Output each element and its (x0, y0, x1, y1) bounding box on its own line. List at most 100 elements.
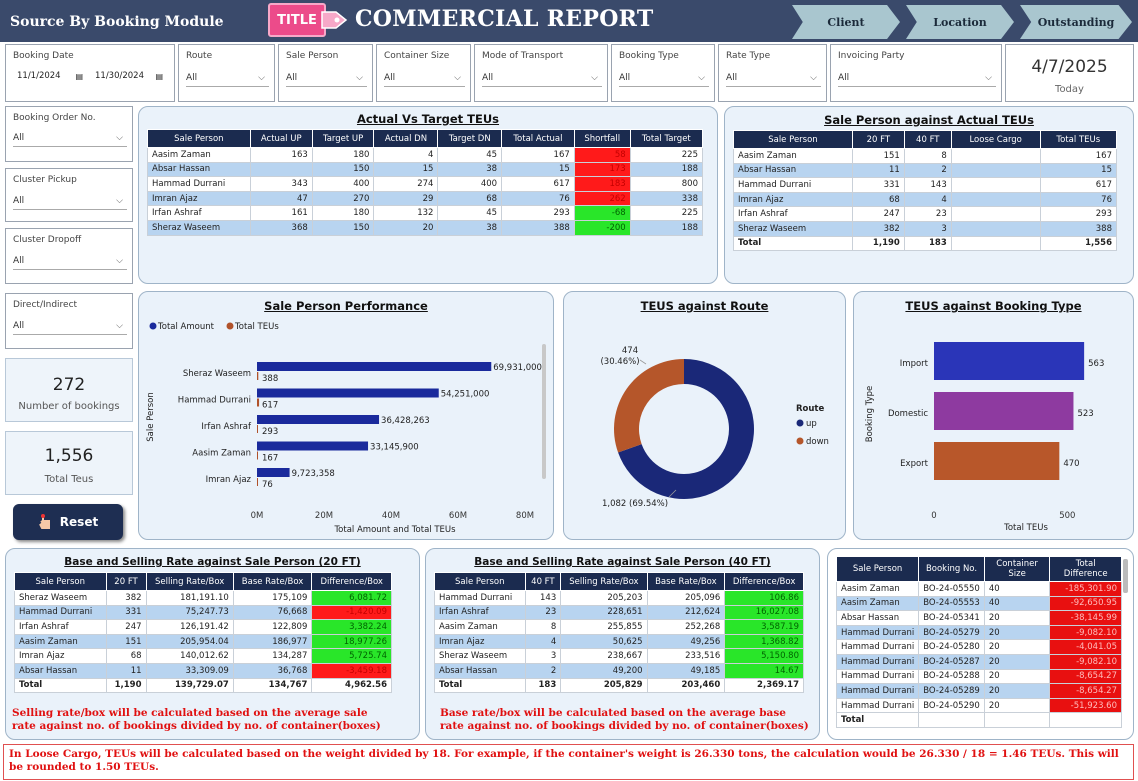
table-row[interactable]: Hammad Durrani BO-24-05288 20 -8,654.27 (836, 668, 1122, 685)
table-row[interactable]: Hammad Durrani BO-24-05289 20 -8,654.27 (836, 683, 1122, 699)
difference-scroll-area[interactable]: Sale Person Booking No. Container Size Tota… (836, 556, 1122, 734)
table-cell: Aasim Zaman (733, 148, 853, 164)
column-header[interactable]: Sale Person (434, 572, 526, 591)
table-cell: 338 (629, 190, 704, 207)
column-header[interactable]: Base Rate/Box (646, 572, 726, 591)
table-row[interactable]: Imran Ajaz 68 4 76 (733, 191, 1118, 208)
table-row[interactable]: Aasim Zaman 8 255,855 252,268 3,587.19 (434, 619, 804, 635)
booking-type-bar[interactable] (934, 442, 1060, 480)
teus-bar[interactable] (257, 451, 258, 460)
column-header[interactable]: Total TEUs (1039, 130, 1118, 149)
container-size-dropdown[interactable]: All ⌵ (384, 69, 465, 87)
table-row[interactable]: Imran Ajaz 68 140,012.62 134,287 5,725.74 (14, 648, 392, 664)
donut-slice-down[interactable] (614, 359, 684, 453)
table-row[interactable]: Sheraz Waseem 368 150 20 38 388 -200 188 (147, 219, 704, 236)
column-header[interactable]: 20 FT (105, 572, 147, 591)
table-row[interactable]: Absar Hassan 2 49,200 49,185 14.67 (434, 662, 804, 679)
amount-bar[interactable] (257, 415, 380, 424)
nav-location-button[interactable]: Location (906, 5, 1014, 39)
chart-scrollbar[interactable] (542, 344, 546, 479)
column-header[interactable]: Selling Rate/Box (560, 572, 648, 591)
difference-scrollbar[interactable] (1123, 559, 1128, 593)
column-header[interactable]: Sale Person (836, 556, 920, 582)
table-cell: 205,954.04 (145, 633, 234, 650)
booking-type-dropdown[interactable]: All ⌵ (619, 69, 709, 87)
table-row[interactable]: Absar Hassan BO-24-05341 20 -38,145.99 (836, 610, 1122, 626)
rate-type-dropdown[interactable]: All ⌵ (726, 69, 821, 87)
table-row[interactable]: Aasim Zaman BO-24-05550 40 -185,301.90 (836, 581, 1122, 597)
date-to-input[interactable]: 11/30/2024 ▤ (92, 68, 166, 84)
table-row[interactable]: Absar Hassan 11 2 15 (733, 162, 1118, 179)
column-header[interactable]: Target UP (311, 129, 375, 148)
chevron-down-icon: ⌵ (258, 72, 265, 83)
column-header[interactable]: Sale Person (147, 129, 251, 148)
column-header[interactable]: Base Rate/Box (232, 572, 313, 591)
table-row[interactable]: Hammad Durrani 343 400 274 400 617 183 800 (147, 176, 704, 192)
table-row[interactable]: Aasim Zaman BO-24-05553 40 -92,650.95 (836, 595, 1122, 612)
column-header[interactable]: 40 FT (524, 572, 562, 591)
category-label: Imran Ajaz (206, 475, 252, 485)
booking-type-bar[interactable] (934, 392, 1074, 430)
column-header[interactable]: Sale Person (733, 130, 853, 149)
table-row[interactable]: Irfan Ashraf 247 23 293 (733, 206, 1118, 222)
table-row[interactable]: Hammad Durrani BO-24-05290 20 -51,923.60 (836, 697, 1122, 714)
table-row[interactable]: Absar Hassan 11 33,309.09 36,768 -3,459.18 (14, 662, 392, 679)
table-row[interactable]: Hammad Durrani BO-24-05279 20 -9,082.10 (836, 624, 1122, 641)
column-header[interactable]: Total Target (629, 129, 704, 148)
table-row[interactable]: Sheraz Waseem 382 3 388 (733, 220, 1118, 237)
date-from-input[interactable]: 11/1/2024 ▤ (14, 68, 86, 84)
transport-dropdown[interactable]: All ⌵ (482, 69, 602, 87)
invoicing-party-dropdown[interactable]: All ⌵ (838, 69, 996, 87)
table-row[interactable]: Irfan Ashraf 23 228,651 212,624 16,027.08 (434, 604, 804, 621)
column-header[interactable]: Shortfall (573, 129, 631, 148)
table-row[interactable]: Sheraz Waseem 382 181,191.10 175,109 6,081.7… (14, 590, 392, 606)
teus-bar[interactable] (257, 478, 258, 486)
column-header[interactable]: Total Actual (501, 129, 575, 148)
total-cell (1049, 712, 1122, 728)
column-header[interactable]: Difference/Box (724, 572, 804, 591)
route-dropdown[interactable]: All ⌵ (186, 69, 269, 87)
column-header[interactable]: Booking No. (918, 556, 985, 582)
teus-bar[interactable] (257, 398, 260, 407)
column-header[interactable]: 20 FT (851, 130, 905, 149)
column-header[interactable]: Difference/Box (311, 572, 392, 591)
cluster-dropoff-dropdown[interactable]: All ⌵ (13, 252, 127, 270)
reset-button[interactable]: Reset (13, 504, 123, 540)
booking-type-bar[interactable] (934, 342, 1085, 380)
table-row[interactable]: Aasim Zaman 151 8 167 (733, 148, 1118, 164)
amount-bar[interactable] (257, 362, 492, 371)
column-header[interactable]: Loose Cargo (950, 130, 1041, 149)
table-row[interactable]: Sheraz Waseem 3 238,667 233,516 5,150.80 (434, 648, 804, 664)
table-row[interactable]: Aasim Zaman 151 205,954.04 186,977 18,977.26 (14, 633, 392, 650)
column-header[interactable]: 40 FT (903, 130, 952, 149)
table-row[interactable]: Irfan Ashraf 161 180 132 45 293 -68 225 (147, 205, 704, 221)
column-header[interactable]: Actual DN (373, 129, 439, 148)
column-header[interactable]: Actual UP (249, 129, 313, 148)
column-header[interactable]: Selling Rate/Box (145, 572, 234, 591)
teus-bar[interactable] (257, 425, 258, 433)
column-header[interactable]: Total Difference (1049, 556, 1122, 582)
nav-client-button[interactable]: Client (792, 5, 900, 39)
table-row[interactable]: Imran Ajaz 47 270 29 68 76 262 338 (147, 190, 704, 207)
table-row[interactable]: Hammad Durrani BO-24-05280 20 -4,041.05 (836, 639, 1122, 655)
booking-order-dropdown[interactable]: All ⌵ (13, 129, 127, 147)
column-header[interactable]: Container Size (983, 556, 1051, 582)
amount-bar[interactable] (257, 388, 439, 398)
table-row[interactable]: Imran Ajaz 4 50,625 49,256 1,368.82 (434, 633, 804, 650)
table-row[interactable]: Hammad Durrani BO-24-05287 20 -9,082.10 (836, 653, 1122, 670)
column-header[interactable]: Target DN (437, 129, 503, 148)
table-row[interactable]: Irfan Ashraf 247 126,191.42 122,809 3,382.24 (14, 619, 392, 635)
column-header[interactable]: Sale Person (14, 572, 107, 591)
amount-bar[interactable] (257, 441, 369, 451)
table-row[interactable]: Hammad Durrani 331 143 617 (733, 177, 1118, 193)
nav-outstanding-button[interactable]: Outstanding (1020, 5, 1132, 39)
direct-indirect-dropdown[interactable]: All ⌵ (13, 317, 127, 335)
table-row[interactable]: Aasim Zaman 163 180 4 45 167 58 225 (147, 147, 704, 163)
sale-person-dropdown[interactable]: All ⌵ (286, 69, 367, 87)
table-row[interactable]: Hammad Durrani 143 205,203 205,096 106.86 (434, 590, 804, 606)
amount-bar[interactable] (257, 468, 290, 477)
cluster-pickup-dropdown[interactable]: All ⌵ (13, 192, 127, 210)
table-row[interactable]: Hammad Durrani 331 75,247.73 76,668 -1,420.0… (14, 604, 392, 621)
table-row[interactable]: Absar Hassan 150 15 38 15 173 188 (147, 161, 704, 178)
teus-bar[interactable] (257, 372, 259, 380)
